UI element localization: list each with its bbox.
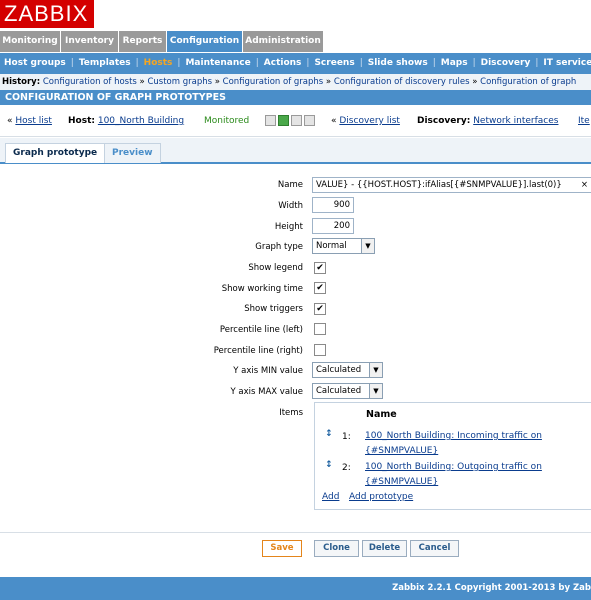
submenu-maps[interactable]: Maps: [437, 58, 472, 68]
item-number: 1:: [342, 432, 351, 442]
menu-monitoring[interactable]: Monitoring: [0, 31, 61, 52]
main-menu: Monitoring Inventory Reports Configurati…: [0, 31, 591, 52]
availability-icons: [265, 106, 317, 136]
items-name-header: Name: [366, 409, 397, 420]
show-working-time-label: Show working time: [221, 284, 303, 294]
chevron-down-icon: ▼: [361, 239, 374, 253]
form-tabs: Graph prototype Preview: [0, 138, 591, 164]
cancel-button[interactable]: Cancel: [410, 540, 459, 557]
submenu-discovery[interactable]: Discovery: [477, 58, 535, 68]
submenu-screens[interactable]: Screens: [310, 58, 358, 68]
submenu-it-services[interactable]: IT services: [539, 58, 591, 68]
chevron-down-icon: ▼: [369, 363, 382, 377]
page-title: CONFIGURATION OF GRAPH PROTOTYPES: [0, 90, 591, 105]
show-triggers-checkbox[interactable]: ✔: [314, 303, 326, 315]
percentile-right-label: Percentile line (right): [213, 346, 303, 356]
breadcrumb-item[interactable]: Custom graphs: [147, 77, 212, 87]
width-input[interactable]: 900: [312, 197, 354, 213]
host-label: Host:: [68, 116, 95, 126]
host-navigation-bar: « Host list Host: 100_North Building Mon…: [0, 106, 591, 137]
chevron-down-icon: ▼: [369, 384, 382, 398]
tab-graph-prototype[interactable]: Graph prototype: [5, 143, 106, 163]
tab-preview[interactable]: Preview: [104, 143, 161, 163]
drag-handle-icon[interactable]: ↕: [325, 429, 333, 439]
height-input[interactable]: 200: [312, 218, 354, 234]
y-axis-max-value: Calculated: [316, 386, 362, 396]
zabbix-agent-icon: [265, 115, 276, 126]
submenu-actions[interactable]: Actions: [260, 58, 306, 68]
discovery-rule-link[interactable]: Network interfaces: [473, 116, 558, 126]
graph-prototype-form: Name VALUE} - {{HOST.HOST}:ifAlias[{#SNM…: [0, 164, 591, 526]
percentile-left-checkbox[interactable]: [314, 323, 326, 335]
submenu-maintenance[interactable]: Maintenance: [181, 58, 254, 68]
items-link[interactable]: Ite: [578, 116, 590, 126]
delete-button[interactable]: Delete: [362, 540, 407, 557]
graph-type-select[interactable]: Normal ▼: [312, 238, 375, 254]
clone-button[interactable]: Clone: [314, 540, 359, 557]
clear-icon[interactable]: ×: [581, 178, 588, 192]
submenu-hosts[interactable]: Hosts: [140, 58, 177, 68]
y-axis-max-label: Y axis MAX value: [230, 387, 303, 397]
drag-handle-icon[interactable]: ↕: [325, 460, 333, 470]
discovery-label: Discovery:: [417, 116, 471, 126]
items-table: Name ↕ 1: 100_North Building: Incoming t…: [314, 402, 591, 510]
menu-inventory[interactable]: Inventory: [61, 31, 119, 52]
add-prototype-link[interactable]: Add prototype: [349, 492, 413, 502]
breadcrumb-item[interactable]: Configuration of discovery rules: [334, 77, 470, 87]
item-link[interactable]: 100_North Building: Incoming traffic on …: [365, 429, 575, 459]
menu-configuration[interactable]: Configuration: [167, 31, 243, 52]
name-label: Name: [277, 180, 303, 190]
show-legend-label: Show legend: [248, 263, 303, 273]
graph-type-value: Normal: [316, 241, 347, 251]
form-buttons: Save Clone Delete Cancel: [0, 532, 591, 561]
y-axis-min-select[interactable]: Calculated ▼: [312, 362, 383, 378]
history-label: History:: [2, 77, 41, 87]
percentile-right-checkbox[interactable]: [314, 344, 326, 356]
item-link[interactable]: 100_North Building: Outgoing traffic on …: [365, 460, 575, 490]
menu-reports[interactable]: Reports: [119, 31, 167, 52]
percentile-left-label: Percentile line (left): [219, 325, 303, 335]
ipmi-icon: [304, 115, 315, 126]
show-triggers-label: Show triggers: [244, 304, 303, 314]
name-value: VALUE} - {{HOST.HOST}:ifAlias[{#SNMPVALU…: [316, 180, 562, 190]
submenu-host-groups[interactable]: Host groups: [0, 58, 70, 68]
discovery-list-link[interactable]: Discovery list: [339, 116, 400, 126]
submenu-slide-shows[interactable]: Slide shows: [364, 58, 432, 68]
save-button[interactable]: Save: [262, 540, 302, 557]
breadcrumb-item[interactable]: Configuration of hosts: [43, 77, 137, 87]
sub-menu: Host groups | Templates | Hosts | Maintenance |…: [0, 53, 591, 74]
show-legend-checkbox[interactable]: ✔: [314, 262, 326, 274]
menu-administration[interactable]: Administration: [243, 31, 324, 52]
y-axis-min-value: Calculated: [316, 365, 362, 375]
snmp-available-icon: [278, 115, 289, 126]
breadcrumb-item[interactable]: Configuration of graph: [480, 77, 576, 87]
y-axis-min-label: Y axis MIN value: [233, 366, 303, 376]
breadcrumb: History: Configuration of hosts » Custom…: [0, 74, 591, 90]
zabbix-logo[interactable]: ZABBIX: [0, 0, 95, 28]
name-input[interactable]: VALUE} - {{HOST.HOST}:ifAlias[{#SNMPVALU…: [312, 177, 591, 193]
add-item-link[interactable]: Add: [322, 492, 339, 502]
breadcrumb-item[interactable]: Configuration of graphs: [223, 77, 324, 87]
height-label: Height: [274, 222, 303, 232]
host-list-link[interactable]: Host list: [15, 116, 52, 126]
copyright-text: Zabbix 2.2.1 Copyright 2001-2013 by Zab: [392, 583, 591, 593]
jmx-icon: [291, 115, 302, 126]
page-footer: Zabbix 2.2.1 Copyright 2001-2013 by Zab: [0, 577, 591, 600]
submenu-templates[interactable]: Templates: [75, 58, 135, 68]
item-number: 2:: [342, 463, 351, 473]
y-axis-max-select[interactable]: Calculated ▼: [312, 383, 383, 399]
show-working-time-checkbox[interactable]: ✔: [314, 282, 326, 294]
host-status: Monitored: [204, 116, 250, 126]
items-label: Items: [279, 408, 303, 418]
width-label: Width: [278, 201, 303, 211]
graph-type-label: Graph type: [255, 242, 303, 252]
host-name-link[interactable]: 100_North Building: [98, 116, 184, 126]
